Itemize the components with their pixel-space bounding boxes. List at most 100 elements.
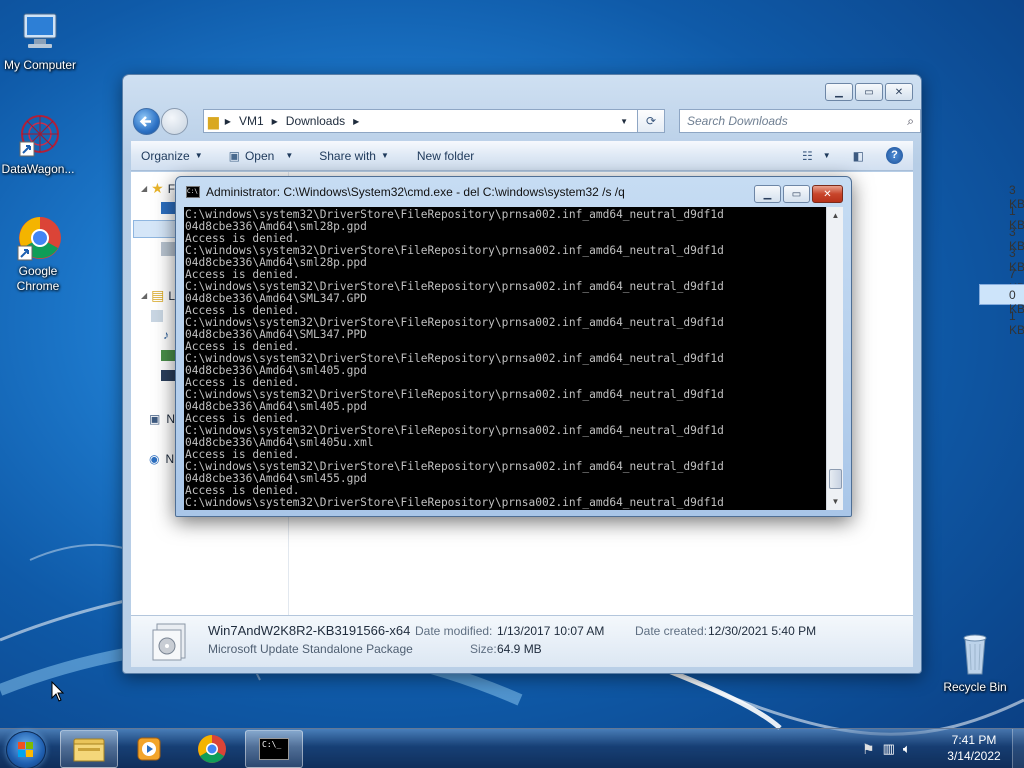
search-input[interactable]: Search Downloads ⌕ (679, 109, 921, 133)
address-bar[interactable]: ▆ ▶ VM1 ▶ Downloads ▶ ▼ (203, 109, 665, 133)
maximize-button[interactable]: ▭ (855, 83, 883, 101)
scroll-up-icon[interactable]: ▲ (827, 207, 844, 224)
chevron-down-icon: ▼ (822, 151, 831, 160)
maximize-icon: ▭ (791, 188, 802, 200)
package-icon (151, 622, 189, 662)
nav-network-2[interactable]: ◉ N (149, 452, 174, 466)
nav-item-documents[interactable] (151, 310, 163, 322)
console-line: C:\windows\system32\DriverStore\FileRepo… (185, 496, 724, 509)
cmd-titlebar: C:\ Administrator: C:\Windows\System32\c… (186, 185, 625, 199)
chrome-icon (14, 214, 62, 262)
nav-libraries[interactable]: ◢ ▤ L (141, 287, 175, 304)
taskbar-media-player-button[interactable] (120, 730, 178, 768)
taskbar-explorer-button[interactable] (60, 730, 118, 768)
nav-favorites[interactable]: ◢ ★ F (141, 180, 175, 197)
network-icon[interactable]: ▥ (883, 741, 895, 757)
details-file-name: Win7AndW2K8R2-KB3191566-x64 (208, 623, 411, 638)
show-desktop-button[interactable] (1012, 729, 1024, 768)
new-folder-label: New folder (416, 148, 475, 163)
cmd-icon: C:\_ (259, 738, 289, 760)
scroll-down-icon[interactable]: ▼ (827, 493, 844, 510)
minimize-icon: ▁ (763, 188, 772, 200)
refresh-button[interactable]: ⟳ (637, 109, 665, 133)
nav-favorites-label: F (167, 181, 176, 196)
folder-icon: ▆ (208, 112, 219, 129)
details-date-modified: 1/13/2017 10:07 AM (497, 624, 605, 638)
desktop-icon-label: My Computer (3, 58, 77, 72)
recycle-bin-icon (951, 630, 999, 678)
open-icon: ▣ (228, 148, 240, 163)
clock-time: 7:41 PM (951, 733, 997, 747)
back-button[interactable] (133, 108, 160, 135)
organize-label: Organize (141, 148, 190, 163)
expand-icon: ◢ (141, 291, 148, 300)
desktop-icon-label: Recycle Bin (943, 680, 1007, 694)
cmd-caption-buttons: ▁ ▭ ✕ (754, 185, 843, 203)
minimize-button[interactable]: ▁ (825, 83, 853, 101)
views-button[interactable]: ☷ ▼ (802, 149, 831, 163)
share-with-button[interactable]: Share with ▼ (319, 149, 389, 163)
chevron-down-icon: ▼ (285, 151, 294, 160)
desktop-icon-recycle-bin[interactable]: Recycle Bin (935, 630, 1015, 695)
breadcrumb-downloads[interactable]: Downloads (286, 114, 345, 128)
vertical-scrollbar[interactable]: ▲ ▼ (826, 207, 843, 510)
clock[interactable]: 7:41 PM 3/14/2022 (938, 732, 1010, 764)
details-pane: Win7AndW2K8R2-KB3191566-x64 Microsoft Up… (131, 615, 913, 667)
action-center-flag-icon[interactable]: ⚑ (862, 741, 875, 758)
navigation-bar: ▆ ▶ VM1 ▶ Downloads ▶ ▼ ⟳ Search Downloa… (131, 107, 921, 135)
address-dropdown-icon[interactable]: ▼ (620, 117, 628, 126)
nav-item-videos[interactable] (161, 370, 175, 381)
scrollbar-thumb[interactable] (829, 469, 842, 489)
system-tray: ⚑ ▥ 🔈︎ (862, 729, 911, 768)
star-icon: ★ (151, 180, 164, 196)
breadcrumb-vm1[interactable]: VM1 (239, 114, 264, 128)
forward-button[interactable] (161, 108, 188, 135)
preview-pane-icon: ◧ (852, 148, 864, 163)
minimize-icon: ▁ (835, 86, 843, 98)
chevron-down-icon: ▼ (380, 151, 389, 160)
start-button[interactable] (6, 731, 46, 768)
maximize-button[interactable]: ▭ (783, 185, 810, 203)
help-button[interactable]: ? (886, 147, 903, 164)
desktop-icon-label: DataWagon... (1, 162, 75, 176)
mouse-cursor-icon (51, 681, 65, 702)
refresh-icon: ⟳ (645, 114, 657, 128)
details-date-created: 12/30/2021 5:40 PM (708, 624, 817, 638)
open-button[interactable]: ▣ Open ▼ (229, 149, 294, 163)
organize-button[interactable]: Organize ▼ (141, 149, 203, 163)
breadcrumb-separator-icon: ▶ (224, 116, 231, 126)
details-size-label: Size: (470, 642, 497, 656)
nav-item-music[interactable]: ♪ (163, 328, 169, 342)
minimize-button[interactable]: ▁ (754, 185, 781, 203)
taskbar-cmd-button[interactable]: C:\_ (245, 730, 303, 768)
breadcrumb-separator-icon: ▶ (353, 116, 360, 126)
desktop-icon-google-chrome[interactable]: Google Chrome (0, 214, 78, 294)
nav-network-1[interactable]: ▣ N (149, 412, 175, 426)
close-icon: ✕ (894, 86, 904, 98)
maximize-icon: ▭ (864, 86, 874, 98)
new-folder-button[interactable]: New folder (417, 149, 474, 163)
volume-icon[interactable]: 🔈︎ (903, 741, 911, 757)
command-bar: Organize ▼ ▣ Open ▼ Share with ▼ New folder … (131, 141, 913, 171)
console-output[interactable]: C:\windows\system32\DriverStore\FileRepo… (184, 207, 826, 510)
details-file-type: Microsoft Update Standalone Package (208, 642, 413, 656)
media-player-icon (137, 737, 161, 761)
details-date-modified-label: Date modified: (415, 624, 493, 638)
breadcrumb-separator-icon: ▶ (271, 116, 278, 126)
close-button[interactable]: ✕ (812, 185, 843, 203)
nav-item-pictures[interactable] (161, 350, 175, 361)
taskbar: C:\_ ⚑ ▥ 🔈︎ 7:41 PM 3/14/2022 (0, 728, 1024, 768)
help-icon: ? (891, 149, 898, 161)
desktop-icon-label: Google Chrome (16, 264, 60, 293)
expand-icon: ◢ (141, 184, 148, 193)
search-icon: ⌕ (907, 113, 914, 128)
close-button[interactable]: ✕ (885, 83, 913, 101)
back-arrow-icon (139, 116, 151, 127)
taskbar-chrome-button[interactable] (183, 730, 241, 768)
nav-network-1-label: N (166, 412, 176, 426)
nav-item-recent[interactable] (161, 242, 175, 256)
explorer-caption-buttons: ▁ ▭ ✕ (825, 83, 913, 101)
desktop-icon-my-computer[interactable]: My Computer (0, 8, 80, 73)
desktop-icon-datawagon[interactable]: DataWagon... (0, 112, 78, 177)
preview-pane-button[interactable]: ◧ (853, 149, 864, 163)
